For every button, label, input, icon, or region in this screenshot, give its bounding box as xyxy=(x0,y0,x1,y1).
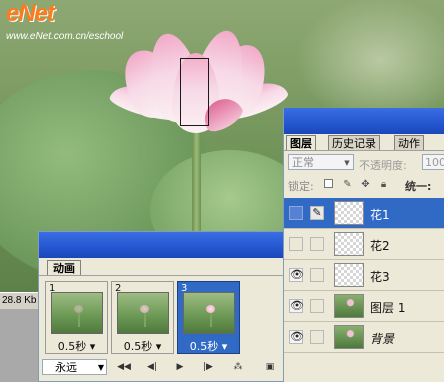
tween-icon[interactable]: ⁂ xyxy=(229,359,247,375)
visibility-toggle[interactable] xyxy=(289,237,303,251)
blend-options-row: 正常 ▼ 不透明度: 100 xyxy=(284,151,444,173)
tab-animation[interactable]: 动画 xyxy=(47,260,81,276)
opacity-input[interactable]: 100 xyxy=(422,154,444,170)
animation-frame[interactable]: 3 0.5秒 ▾ xyxy=(177,281,240,354)
frame-thumbnail xyxy=(117,292,169,334)
layer-row[interactable]: ✎ 花1 xyxy=(284,198,444,229)
play-icon[interactable]: ▶ xyxy=(171,359,189,375)
animation-controls: 永远 ▼ ◀◀ ◀| ▶ |▶ ⁂ ▣ xyxy=(39,358,284,376)
layer-name: 背景 xyxy=(370,332,395,346)
first-frame-icon[interactable]: ◀◀ xyxy=(115,359,133,375)
file-size-status: 28.8 Kb xyxy=(0,292,42,309)
animation-frame[interactable]: 2 0.5秒 ▾ xyxy=(111,281,174,354)
eye-icon[interactable]: 👁︎ xyxy=(289,299,304,313)
next-frame-icon[interactable]: |▶ xyxy=(199,359,217,375)
frame-delay[interactable]: 0.5秒 ▾ xyxy=(112,338,173,354)
lock-move-icon[interactable]: ✥ xyxy=(360,179,371,190)
opacity-label: 不透明度: xyxy=(359,159,407,172)
animation-palette: 动画 1 0.5秒 ▾ 2 0.5秒 ▾ 3 0.5秒 ▾ 永远 ▼ ◀◀ ◀|… xyxy=(38,231,284,382)
layer-row[interactable]: 花2 xyxy=(284,229,444,260)
unify-label: 统一: xyxy=(405,180,432,193)
layer-thumbnail xyxy=(334,325,364,349)
link-box[interactable] xyxy=(310,330,324,344)
brush-icon[interactable]: ✎ xyxy=(310,206,324,220)
lock-all-icon[interactable]: 🔒︎ xyxy=(378,179,389,190)
lock-label: 锁定: xyxy=(288,180,314,193)
lock-options-row: 锁定: ✎ ✥ 🔒︎ 统一: xyxy=(284,174,444,194)
eye-icon[interactable]: 👁︎ xyxy=(289,330,304,344)
lotus-stem xyxy=(192,128,201,248)
loop-value: 永远 xyxy=(55,361,77,374)
animation-frame[interactable]: 1 0.5秒 ▾ xyxy=(45,281,108,354)
layer-name: 图层 1 xyxy=(370,301,406,315)
tab-layers[interactable]: 图层 xyxy=(286,135,316,150)
layer-row[interactable]: 👁︎ 背景 xyxy=(284,322,444,353)
blend-mode-value: 正常 xyxy=(292,156,314,169)
previous-frame-icon[interactable]: ◀| xyxy=(143,359,161,375)
lock-brush-icon[interactable]: ✎ xyxy=(342,179,353,190)
layer-name: 花2 xyxy=(370,239,390,253)
visibility-toggle[interactable] xyxy=(289,206,303,220)
link-box[interactable] xyxy=(310,237,324,251)
enet-logo: eNet xyxy=(6,0,55,27)
workspace-background xyxy=(0,309,40,382)
eye-icon[interactable]: 👁︎ xyxy=(289,268,304,282)
tab-history[interactable]: 历史记录 xyxy=(328,135,380,150)
new-frame-icon[interactable]: ▣ xyxy=(261,359,279,375)
animation-palette-titlebar[interactable] xyxy=(39,232,283,258)
layer-thumbnail xyxy=(334,232,364,256)
frame-thumbnail xyxy=(51,292,103,334)
frame-thumbnail xyxy=(183,292,235,334)
layer-name: 花3 xyxy=(370,270,390,284)
layers-palette-titlebar[interactable] xyxy=(284,108,444,134)
layer-row[interactable]: 👁︎ 图层 1 xyxy=(284,291,444,322)
layer-name: 花1 xyxy=(370,208,390,222)
frame-delay[interactable]: 0.5秒 ▾ xyxy=(46,338,107,354)
layers-palette: 图层 历史记录 动作 正常 ▼ 不透明度: 100 锁定: ✎ ✥ 🔒︎ 统一:… xyxy=(283,108,444,382)
layer-row[interactable]: 👁︎ 花3 xyxy=(284,260,444,291)
lock-transparency-icon[interactable] xyxy=(324,179,333,188)
transform-selection-box[interactable] xyxy=(180,58,209,126)
loop-select[interactable]: 永远 ▼ xyxy=(42,359,107,375)
layer-thumbnail xyxy=(334,294,364,318)
frame-delay[interactable]: 0.5秒 ▾ xyxy=(178,338,239,354)
layer-thumbnail xyxy=(334,263,364,287)
link-box[interactable] xyxy=(310,268,324,282)
tab-actions[interactable]: 动作 xyxy=(394,135,424,150)
link-box[interactable] xyxy=(310,299,324,313)
layer-thumbnail xyxy=(334,201,364,225)
chevron-down-icon: ▼ xyxy=(97,363,104,372)
watermark-url: www.eNet.com.cn/eschool xyxy=(6,31,124,42)
blend-mode-select[interactable]: 正常 ▼ xyxy=(288,154,354,170)
layers-tabs: 图层 历史记录 动作 xyxy=(284,134,444,151)
chevron-down-icon: ▼ xyxy=(344,159,350,167)
